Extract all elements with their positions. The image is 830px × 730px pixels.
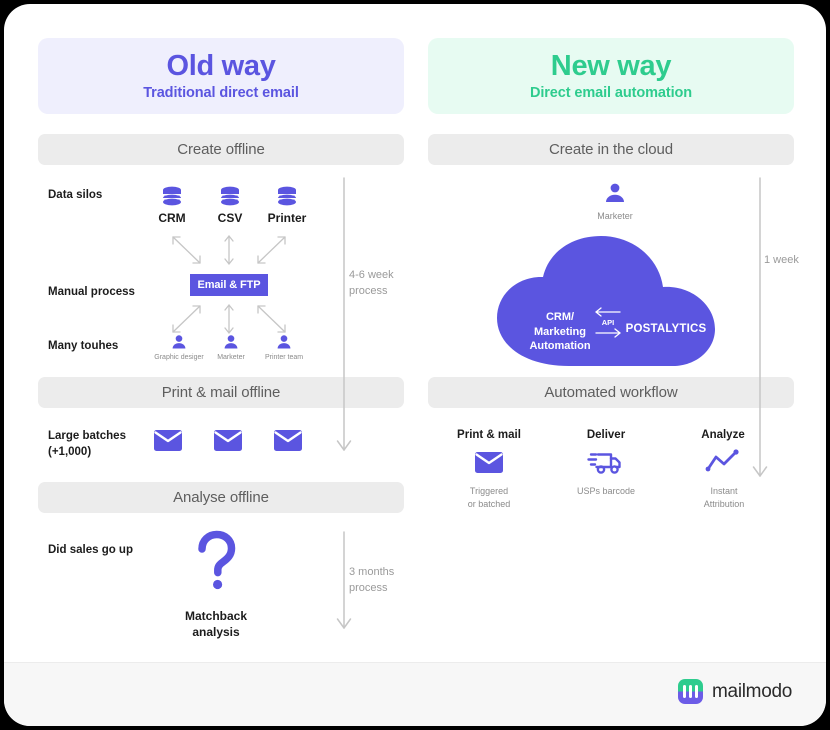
process-arrow-4-6-weeks [336,177,352,451]
database-icon-crm [161,186,183,210]
old-way-subtitle: Traditional direct email [143,85,299,102]
envelope-icon-batch-1 [154,430,182,451]
new-way-title: New way [550,49,672,82]
step-heading-print-mail: Print & mail [457,429,521,441]
cloud-label-postalytics: POSTALYTICS [625,323,707,335]
database-icon-printer [276,186,298,210]
database-icon-csv [219,186,241,210]
step-caption-analyze: Instant Attribution [703,486,745,510]
step-caption-print-mail: Triggered or batched [467,486,511,510]
footer: mailmodo [4,662,826,726]
new-way-header-card: New way Direct email automation [428,38,794,114]
process-note-4-6-weeks: 4-6 week process [349,269,394,297]
process-arrow-1-week [752,177,768,477]
envelope-icon [475,452,503,473]
marketer-label: Marketer [597,211,633,221]
old-way-title: Old way [166,49,276,82]
question-mark-icon [194,530,238,593]
envelope-icon-batch-2 [214,430,242,451]
silo-to-hub-arrows [172,235,286,265]
bar-create-offline: Create offline [38,134,404,165]
role-label-printer-team: Printer team [264,354,304,361]
step-caption-deliver: USPs barcode [576,486,636,496]
matchback-caption: Matchback analysis [184,609,248,639]
silo-label-crm: CRM [158,211,186,225]
silo-label-printer: Printer [267,211,307,225]
row-label-did-sales-go-up: Did sales go up [48,544,133,556]
email-ftp-badge: Email & FTP [190,274,268,296]
new-way-subtitle: Direct email automation [529,85,693,102]
process-note-3-months: 3 months process [349,566,395,594]
person-icon-marketer [604,182,626,204]
diagram-frame: Old way Traditional direct email New way… [4,4,826,726]
row-label-data-silos: Data silos [48,189,103,201]
person-icon-marketer-small [223,334,239,350]
mailmodo-logo-text: mailmodo [712,680,792,702]
mailmodo-logo: mailmodo [678,679,792,704]
bar-analyse-offline: Analyse offline [38,482,404,513]
row-label-manual-process: Manual process [48,286,135,298]
step-heading-deliver: Deliver [586,429,626,441]
api-exchange-arrows-icon [595,307,621,338]
bar-create-in-cloud: Create in the cloud [428,134,794,165]
diagram-canvas: Old way Traditional direct email New way… [4,4,826,726]
person-icon-printer-team [276,334,292,350]
process-note-1-week: 1 week [764,254,799,266]
delivery-truck-icon [587,448,623,476]
person-icon-graphic-designer [171,334,187,350]
silo-label-csv: CSV [217,211,243,225]
bar-automated-workflow: Automated workflow [428,377,794,408]
old-way-header-card: Old way Traditional direct email [38,38,404,114]
envelope-icon-batch-3 [274,430,302,451]
row-label-large-batches: Large batches (+1,000) [48,430,126,458]
line-chart-icon [705,449,740,474]
mailmodo-logo-icon [678,679,704,704]
row-label-many-touches: Many touhes [48,340,119,352]
